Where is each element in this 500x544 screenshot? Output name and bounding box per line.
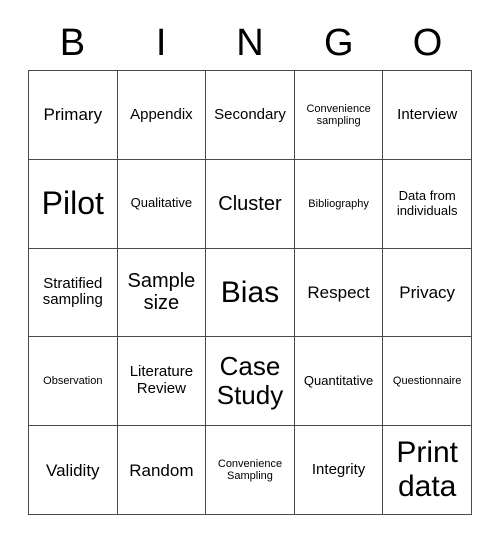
bingo-cell-label: Convenience sampling	[306, 102, 371, 127]
header-letter-o: O	[412, 22, 443, 64]
bingo-cell[interactable]: Integrity	[294, 426, 384, 515]
bingo-cell-label: Integrity	[311, 460, 366, 478]
bingo-cell-label: Bias	[220, 275, 280, 309]
bingo-cell[interactable]: Convenience Sampling	[206, 426, 295, 515]
bingo-card: B I N G O Primary Appendix Secondary Con…	[0, 0, 500, 544]
bingo-cell-label: Questionnaire	[392, 375, 462, 388]
bingo-cell-label: Literature Review	[129, 363, 194, 398]
bingo-cell-label: Appendix	[130, 105, 193, 123]
bingo-cell[interactable]: Appendix	[117, 71, 207, 160]
bingo-cell[interactable]: Bias	[206, 248, 295, 338]
bingo-cell-label: Stratified sampling	[42, 274, 103, 309]
bingo-cell[interactable]: Secondary	[206, 71, 295, 160]
bingo-cell[interactable]: Observation	[29, 337, 118, 427]
header-letter-b: B	[59, 22, 86, 64]
bingo-cell-label: Validity	[46, 460, 100, 480]
bingo-cell-label: Respect	[307, 282, 370, 302]
bingo-cell[interactable]: Primary	[29, 71, 118, 160]
bingo-cell[interactable]: Cluster	[206, 159, 295, 249]
bingo-cell[interactable]: Respect	[294, 248, 384, 338]
bingo-cell[interactable]: Validity	[29, 426, 118, 515]
bingo-row: Stratified sampling Sample size Bias Res…	[29, 248, 472, 338]
bingo-cell-label: Secondary	[214, 105, 286, 123]
bingo-cell-label: Primary	[43, 105, 103, 125]
bingo-row: Observation Literature Review Case Study…	[29, 337, 472, 427]
bingo-cell[interactable]: Print data	[383, 426, 472, 515]
bingo-header-row: B I N G O	[28, 18, 472, 68]
bingo-cell[interactable]: Questionnaire	[383, 337, 472, 427]
bingo-cell-label: Convenience Sampling	[217, 457, 283, 483]
header-letter-n: N	[236, 22, 264, 64]
bingo-cell-label: Quantitative	[303, 373, 374, 389]
bingo-cell[interactable]: Case Study	[206, 337, 295, 427]
bingo-cell-label: Observation	[43, 375, 103, 388]
bingo-row: Primary Appendix Secondary Convenience s…	[29, 71, 472, 160]
bingo-cell[interactable]: Interview	[383, 71, 472, 160]
bingo-cell[interactable]: Pilot	[29, 159, 118, 249]
bingo-cell-label: Interview	[397, 105, 458, 123]
bingo-cell-label: Pilot	[41, 184, 104, 221]
bingo-cell[interactable]: Privacy	[383, 248, 472, 338]
bingo-cell[interactable]: Bibliography	[294, 159, 384, 249]
bingo-cell[interactable]: Qualitative	[117, 159, 207, 249]
bingo-cell-label: Sample size	[127, 270, 196, 315]
bingo-cell[interactable]: Convenience sampling	[294, 71, 384, 160]
bingo-cell-label: Data from individuals	[396, 188, 458, 218]
bingo-cell[interactable]: Sample size	[117, 248, 207, 338]
bingo-cell[interactable]: Quantitative	[294, 337, 384, 427]
bingo-cell-label: Cluster	[218, 192, 282, 215]
bingo-cell-label: Random	[129, 460, 194, 480]
bingo-cell-label: Bibliography	[308, 197, 369, 210]
bingo-cell[interactable]: Random	[117, 426, 207, 515]
bingo-row: Pilot Qualitative Cluster Bibliography D…	[29, 159, 472, 249]
bingo-cell-label: Qualitative	[130, 195, 193, 211]
bingo-cell[interactable]: Stratified sampling	[29, 248, 118, 338]
bingo-cell-label: Privacy	[399, 282, 456, 302]
bingo-cell-label: Print data	[396, 436, 459, 504]
header-letter-g: G	[324, 22, 354, 64]
bingo-row: Validity Random Convenience Sampling Int…	[29, 426, 472, 515]
bingo-cell-label: Case Study	[216, 351, 284, 411]
header-letter-i: I	[155, 22, 167, 64]
bingo-cell[interactable]: Literature Review	[117, 337, 207, 427]
bingo-grid: Primary Appendix Secondary Convenience s…	[28, 70, 472, 515]
bingo-cell[interactable]: Data from individuals	[383, 159, 472, 249]
